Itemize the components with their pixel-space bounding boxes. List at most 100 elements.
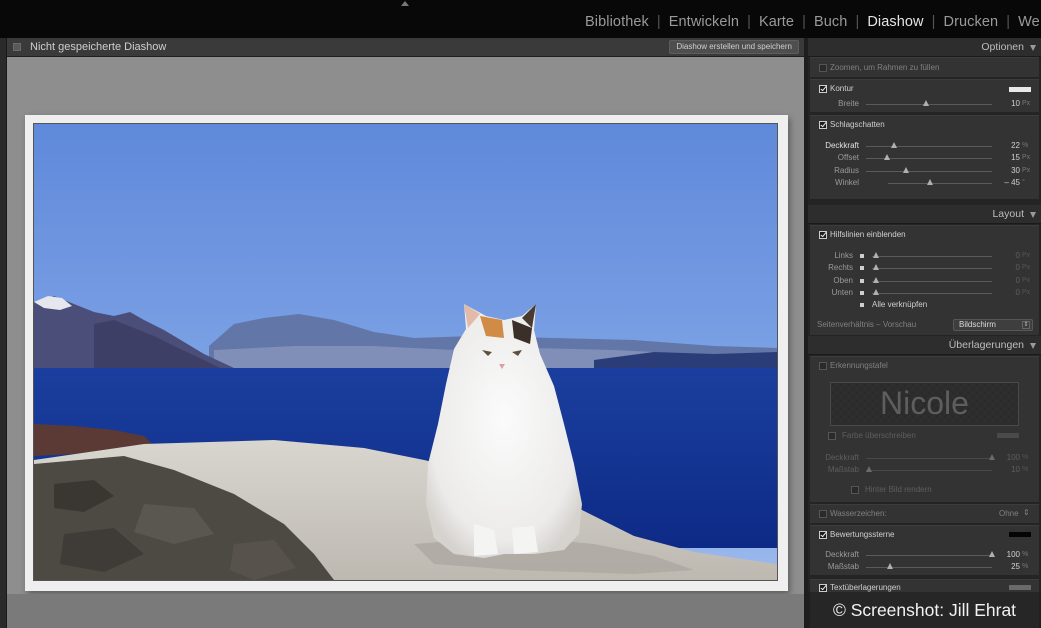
oben-value[interactable]: 0 xyxy=(990,276,1020,285)
winkel-slider-thumb[interactable] xyxy=(926,179,933,185)
sterne-massstab-track[interactable] xyxy=(866,567,992,568)
hilfslinien-label: Hilfslinien einblenden xyxy=(830,230,906,239)
farbe-checkbox[interactable] xyxy=(828,432,836,440)
unten-value[interactable]: 0 xyxy=(990,288,1020,297)
collection-header: Nicht gespeicherte Diashow Diashow erste… xyxy=(7,38,804,57)
breite-label: Breite xyxy=(838,99,859,108)
bewertungssterne-group: Bewertungssterne Deckkraft 100 % Maßstab… xyxy=(810,525,1039,575)
breite-slider-thumb[interactable] xyxy=(923,100,930,106)
links-value[interactable]: 0 xyxy=(990,251,1020,260)
unten-slider-thumb[interactable] xyxy=(873,289,879,295)
rechts-value[interactable]: 0 xyxy=(990,263,1020,272)
module-karte[interactable]: Karte xyxy=(759,14,794,30)
winkel-value[interactable]: – 45 xyxy=(990,178,1020,187)
module-picker: Bibliothek | Entwickeln | Karte | Buch | Diashow… xyxy=(0,0,1041,38)
deckkraft-slider-track[interactable] xyxy=(866,146,992,147)
links-slider-thumb[interactable] xyxy=(873,252,879,258)
radius-slider-track[interactable] xyxy=(866,171,992,172)
copyright-caption: © Screenshot: Jill Ehrat xyxy=(808,592,1041,628)
links-slider-track[interactable] xyxy=(872,256,992,257)
farbe-color-swatch[interactable] xyxy=(997,433,1019,438)
sterne-massstab-thumb[interactable] xyxy=(886,563,893,569)
erkennungstafel-label: Erkennungstafel xyxy=(830,361,888,370)
module-diashow[interactable]: Diashow xyxy=(867,14,923,30)
sterne-deckkraft-label: Deckkraft xyxy=(825,550,859,559)
section-header-optionen[interactable]: Optionen xyxy=(808,38,1041,57)
farbe-label: Farbe überschreiben xyxy=(842,431,916,440)
module-separator: | xyxy=(855,14,860,30)
plate-massstab-track[interactable] xyxy=(866,470,992,471)
alle-verknuepfen-toggle[interactable] xyxy=(860,303,864,307)
schlagschatten-label: Schlagschatten xyxy=(830,120,885,129)
sterne-deckkraft-track[interactable] xyxy=(866,555,992,556)
hilfslinien-checkbox[interactable] xyxy=(819,231,827,239)
bottom-toolbar xyxy=(7,594,804,628)
radius-label: Radius xyxy=(834,166,859,175)
bewertungssterne-checkbox[interactable] xyxy=(819,531,827,539)
erkennungstafel-group: Erkennungstafel xyxy=(810,356,1039,502)
radius-slider-thumb[interactable] xyxy=(903,167,910,173)
winkel-label: Winkel xyxy=(834,178,859,187)
unten-link-toggle[interactable] xyxy=(860,291,864,295)
textueberlagerungen-checkbox[interactable] xyxy=(819,584,827,592)
links-link-toggle[interactable] xyxy=(860,254,864,258)
plate-massstab-thumb[interactable] xyxy=(865,466,872,472)
slide-editor: Nicht gespeicherte Diashow Diashow erste… xyxy=(7,38,804,628)
seitenverhaeltnis-select[interactable]: Bildschirm ⇕ xyxy=(953,319,1033,331)
erkennungstafel-checkbox[interactable] xyxy=(819,362,827,370)
kontur-group: Kontur Breite 10 Px xyxy=(810,79,1039,112)
collapse-triangle-icon[interactable] xyxy=(1030,343,1036,349)
section-header-ueberlagerungen[interactable]: Überlagerungen xyxy=(808,336,1041,355)
updown-arrows-icon: ⇕ xyxy=(1022,321,1030,329)
unten-slider-track[interactable] xyxy=(872,293,992,294)
zoom-checkbox[interactable] xyxy=(819,64,827,72)
sterne-color-swatch[interactable] xyxy=(1009,532,1031,537)
schlagschatten-checkbox[interactable] xyxy=(819,121,827,129)
section-title-ueberlagerungen: Überlagerungen xyxy=(948,339,1024,351)
section-header-layout[interactable]: Layout xyxy=(808,205,1041,224)
unten-unit: Px xyxy=(1022,289,1031,296)
module-entwickeln[interactable]: Entwickeln xyxy=(669,14,739,30)
module-bibliothek[interactable]: Bibliothek xyxy=(585,14,649,30)
left-panel-collapsed[interactable] xyxy=(0,38,7,628)
collapse-triangle-icon[interactable] xyxy=(1030,45,1036,51)
kontur-checkbox[interactable] xyxy=(819,85,827,93)
deckkraft-slider-thumb[interactable] xyxy=(890,142,897,148)
plate-deckkraft-label: Deckkraft xyxy=(825,453,859,462)
deckkraft-value[interactable]: 22 xyxy=(990,141,1020,150)
wasserzeichen-checkbox[interactable] xyxy=(819,510,827,518)
kontur-color-swatch[interactable] xyxy=(1009,87,1031,92)
plate-deckkraft-value[interactable]: 100 xyxy=(990,453,1020,462)
sterne-massstab-value[interactable]: 25 xyxy=(990,562,1020,571)
hinter-bild-checkbox[interactable] xyxy=(851,486,859,494)
module-separator: | xyxy=(931,14,936,30)
rechts-slider-track[interactable] xyxy=(872,268,992,269)
offset-value[interactable]: 15 xyxy=(990,153,1020,162)
collapse-triangle-icon[interactable] xyxy=(1030,212,1036,218)
breite-unit: Px xyxy=(1022,100,1031,107)
winkel-slider-track[interactable] xyxy=(888,183,992,184)
rechts-slider-thumb[interactable] xyxy=(873,264,879,270)
create-save-slideshow-button[interactable]: Diashow erstellen und speichern xyxy=(669,40,799,54)
breite-value[interactable]: 10 xyxy=(990,99,1020,108)
zoom-label: Zoomen, um Rahmen zu füllen xyxy=(830,63,940,72)
module-drucken[interactable]: Drucken xyxy=(944,14,999,30)
plate-massstab-value[interactable]: 10 xyxy=(990,465,1020,474)
text-color-swatch[interactable] xyxy=(1009,585,1031,590)
wasserzeichen-select[interactable]: Ohne xyxy=(999,509,1019,518)
updown-arrows-icon: ⇕ xyxy=(1023,508,1030,517)
slide-preview xyxy=(25,115,788,591)
oben-slider-track[interactable] xyxy=(872,281,992,282)
panel-toggle-arrow-icon[interactable] xyxy=(401,1,409,6)
radius-value[interactable]: 30 xyxy=(990,166,1020,175)
seitenverhaeltnis-value: Bildschirm xyxy=(959,320,996,329)
sterne-deckkraft-value[interactable]: 100 xyxy=(990,550,1020,559)
module-buch[interactable]: Buch xyxy=(814,14,847,30)
oben-link-toggle[interactable] xyxy=(860,279,864,283)
offset-slider-thumb[interactable] xyxy=(884,154,891,160)
rechts-link-toggle[interactable] xyxy=(860,266,864,270)
oben-slider-thumb[interactable] xyxy=(873,277,879,283)
module-web[interactable]: We xyxy=(1018,14,1040,30)
identity-plate-preview[interactable]: Nicole xyxy=(830,382,1019,426)
plate-deckkraft-track[interactable] xyxy=(866,458,992,459)
